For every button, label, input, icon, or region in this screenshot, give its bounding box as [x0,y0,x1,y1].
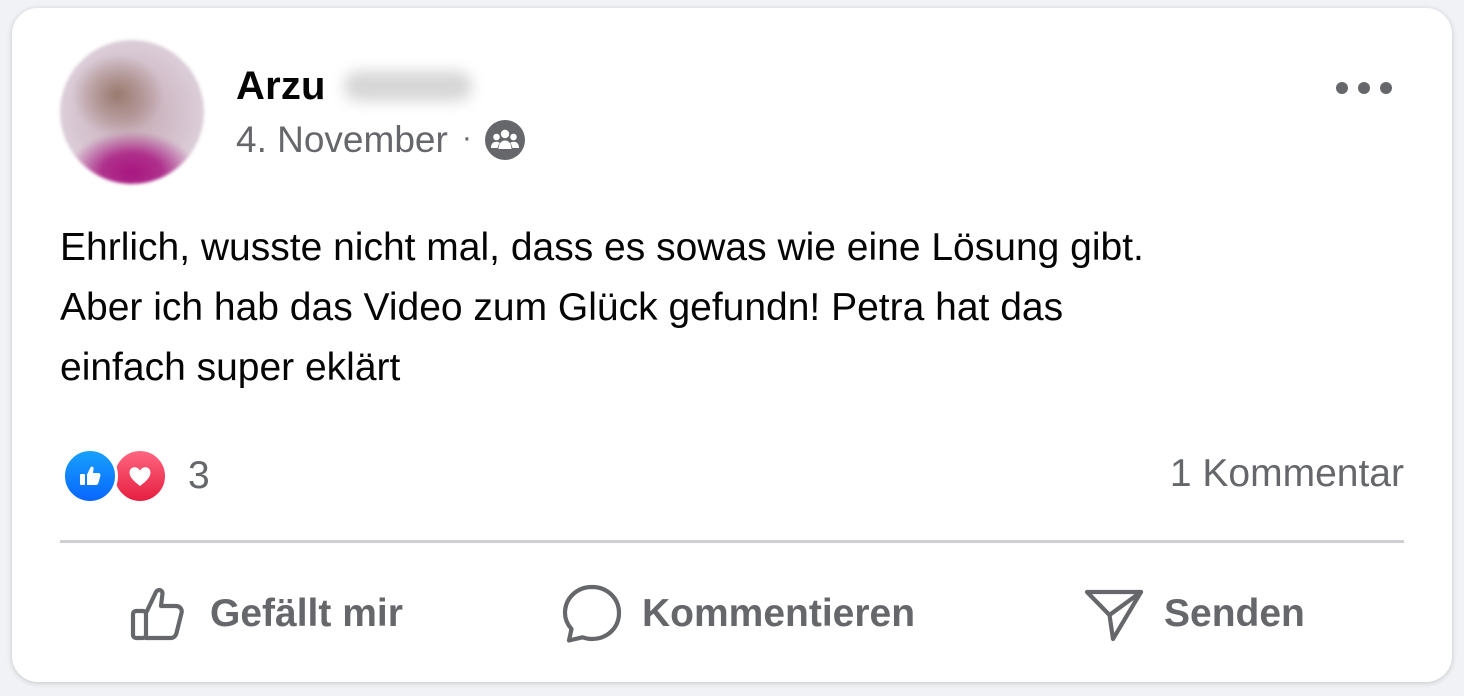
group-icon[interactable] [484,119,526,161]
comment-bubble-icon [562,584,622,643]
action-bar: Gefällt mir Kommentieren Senden [12,578,1452,650]
post-meta: 4. November · [236,118,526,162]
post-card: Arzu 4. November · Ehrlich, wusste nicht… [12,8,1452,682]
like-button[interactable]: Gefällt mir [128,578,403,650]
send-button[interactable]: Senden [1082,578,1305,650]
more-options-button[interactable] [1336,70,1392,106]
post-date[interactable]: 4. November [236,119,448,161]
divider [60,540,1404,543]
reaction-count: 3 [188,454,210,497]
comment-button-label: Kommentieren [642,592,916,635]
reactions-summary[interactable]: 3 [62,446,210,506]
more-dot-icon [1336,82,1348,94]
love-reaction-icon [112,448,168,504]
post-text-line: einfach super eklärt [60,346,401,389]
comment-button[interactable]: Kommentieren [560,578,915,650]
comment-count-link[interactable]: 1 Kommentar [1170,452,1404,496]
avatar[interactable] [60,40,204,184]
author-last-name-blurred [343,71,472,101]
post-text-line: Ehrlich, wusste nicht mal, dass es sowas… [60,226,1144,269]
thumbs-up-icon [130,588,184,641]
more-dot-icon [1358,82,1370,94]
like-button-label: Gefällt mir [210,592,403,635]
author-name[interactable]: Arzu [236,64,326,109]
send-icon [1084,589,1144,642]
post-text-line: Aber ich hab das Video zum Glück gefundn… [60,286,1064,329]
author-row: Arzu [236,64,472,108]
post-text: Ehrlich, wusste nicht mal, dass es sowas… [60,218,1400,398]
more-dot-icon [1380,82,1392,94]
send-button-label: Senden [1164,592,1305,635]
like-reaction-icon [62,448,118,504]
meta-separator: · [461,121,472,154]
